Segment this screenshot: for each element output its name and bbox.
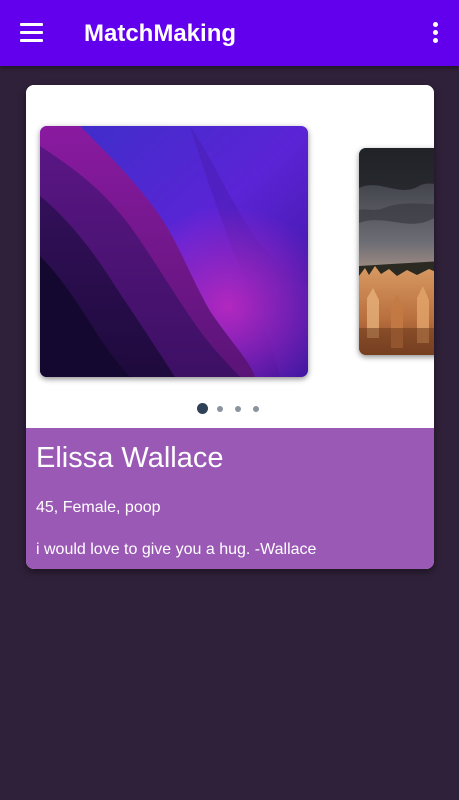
app-title: MatchMaking	[84, 20, 237, 47]
pagination-dot-4[interactable]	[253, 406, 259, 412]
canyon-landscape-photo	[359, 148, 434, 355]
photo-carousel[interactable]	[26, 85, 434, 428]
profile-info-panel: Elissa Wallace 45, Female, poop i would …	[26, 428, 434, 569]
carousel-slide-next[interactable]	[359, 148, 434, 355]
menu-button[interactable]	[10, 13, 54, 53]
purple-abstract-wallpaper	[40, 126, 308, 377]
more-options-button[interactable]	[420, 13, 452, 53]
profile-quote: i would love to give you a hug. -Wallace	[36, 541, 317, 558]
app-bar: MatchMaking	[0, 0, 459, 66]
pagination-dot-2[interactable]	[217, 406, 223, 412]
profile-name: Elissa Wallace	[36, 442, 224, 474]
carousel-pagination	[197, 403, 267, 415]
pagination-dot-3[interactable]	[235, 406, 241, 412]
profile-card: Elissa Wallace 45, Female, poop i would …	[26, 85, 434, 569]
profile-details: 45, Female, poop	[36, 499, 161, 516]
pagination-dot-1-active[interactable]	[197, 403, 208, 414]
carousel-slide-active[interactable]	[40, 126, 308, 377]
